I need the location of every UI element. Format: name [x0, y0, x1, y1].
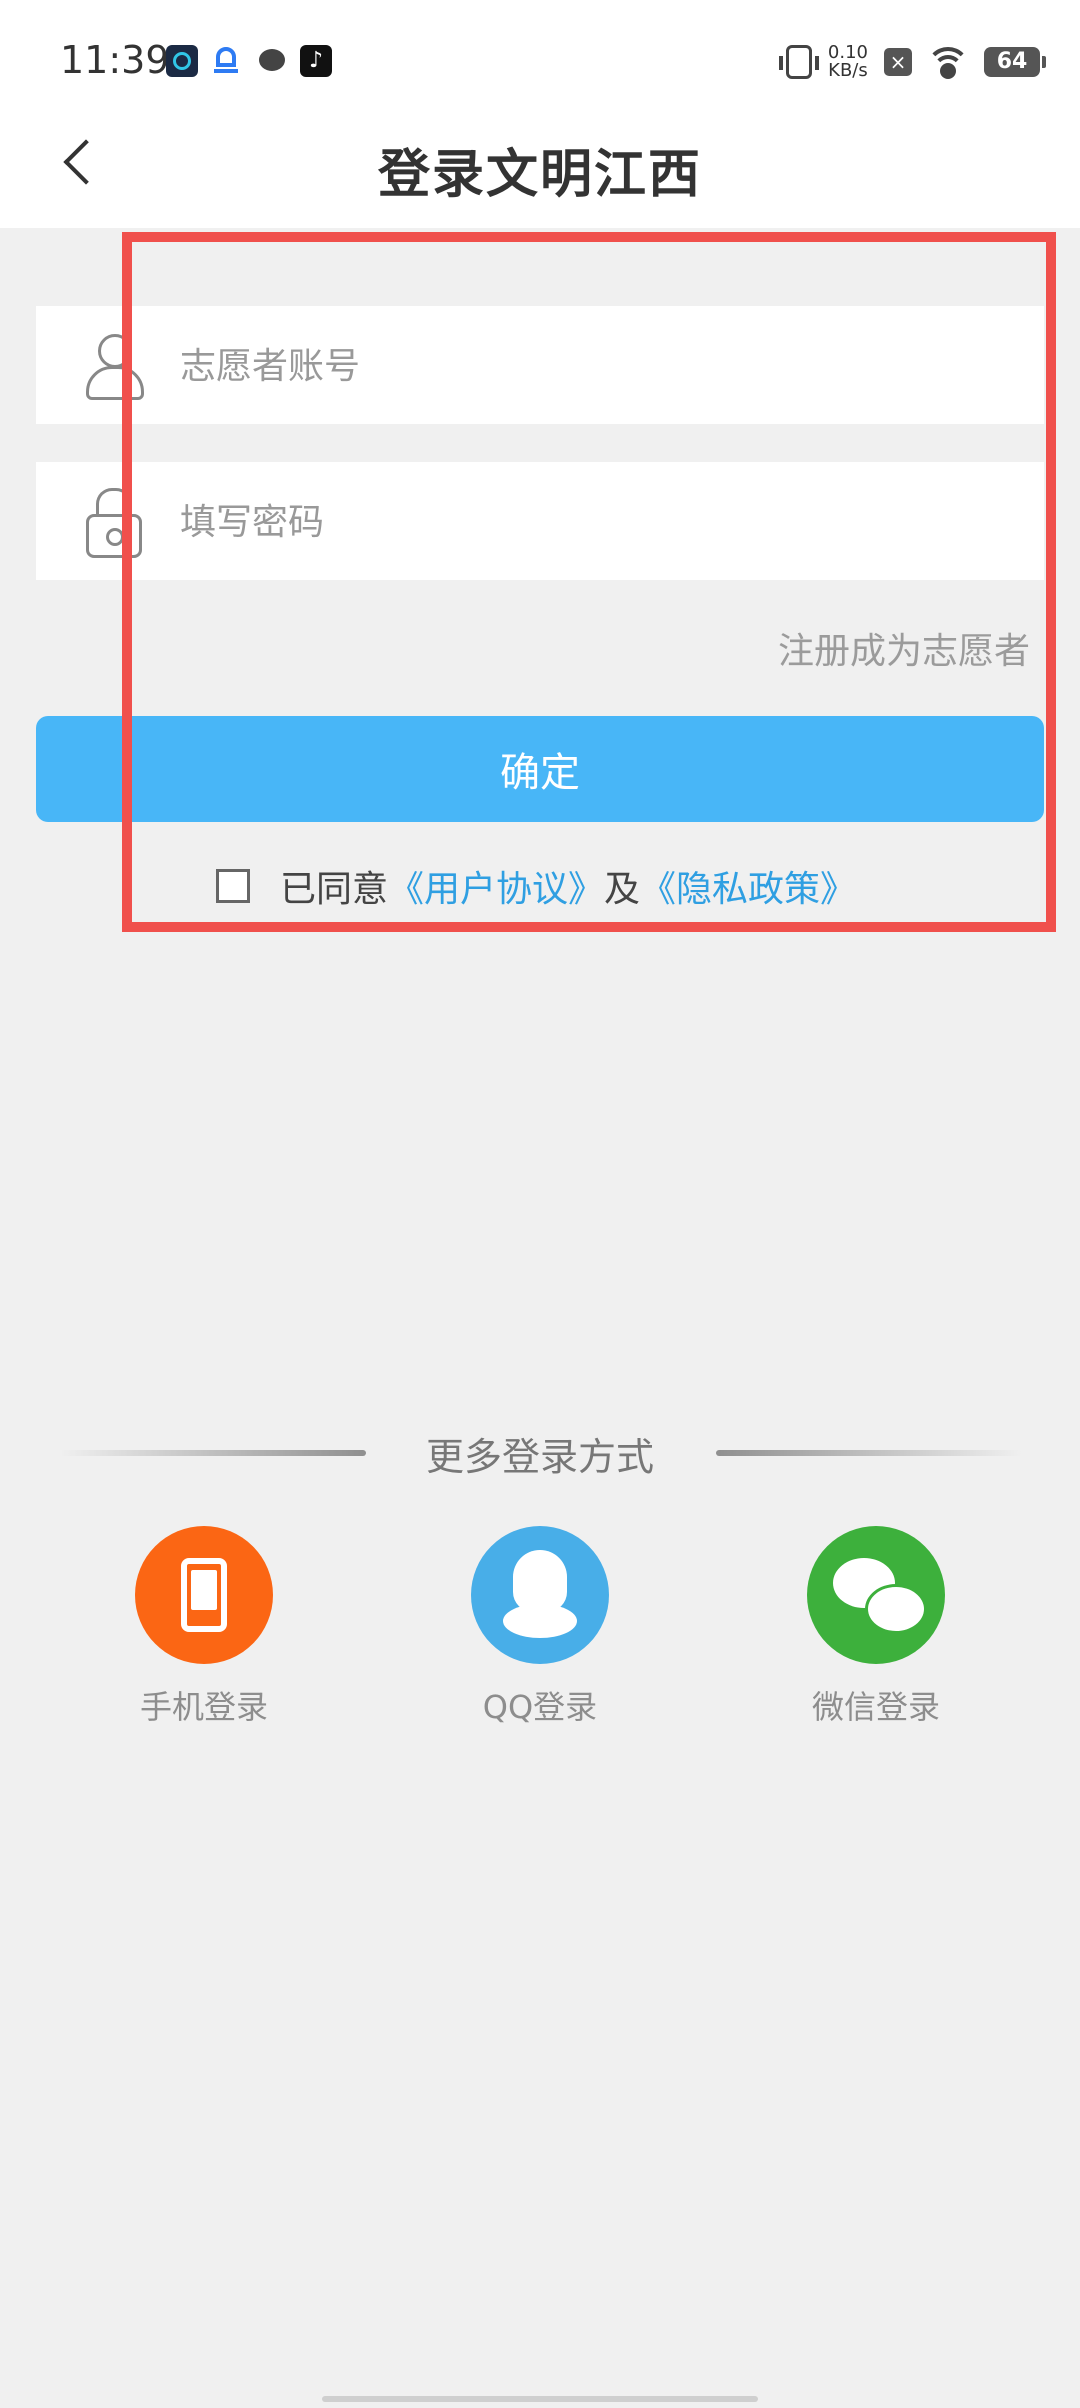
privacy-policy-link[interactable]: 《隐私政策》: [640, 860, 856, 912]
agree-prefix-text: 已同意: [280, 869, 389, 910]
cc-app-icon: [166, 45, 198, 77]
wechat-icon[interactable]: [807, 1526, 945, 1664]
home-indicator[interactable]: [322, 2396, 758, 2402]
status-time: 11:39: [60, 38, 170, 82]
phone-icon[interactable]: [135, 1526, 273, 1664]
lock-icon: [84, 486, 144, 558]
net-speed-unit: KB/s: [828, 60, 868, 81]
vibrate-icon: [778, 45, 819, 79]
register-volunteer-link[interactable]: 注册成为志愿者: [778, 622, 1030, 674]
account-row: [36, 306, 1044, 426]
wechat-login-option[interactable]: 微信登录: [806, 1526, 946, 1728]
net-speed: 0.10 KB/s: [828, 44, 868, 80]
wechat-login-label: 微信登录: [811, 1688, 940, 1726]
status-right: 0.10 KB/s × 64: [778, 40, 1046, 84]
agree-checkbox[interactable]: [216, 869, 250, 903]
agree-and-text: 及: [604, 869, 641, 910]
agreement-row: 已同意 《用户协议》 及 《隐私政策》: [216, 858, 856, 914]
confirm-button[interactable]: 确定: [36, 716, 1044, 822]
message-icon: [256, 45, 288, 77]
battery-icon: 64: [984, 47, 1046, 77]
divider-line-right: [716, 1450, 1022, 1456]
user-icon: [84, 330, 144, 400]
user-agreement-link[interactable]: 《用户协议》: [388, 860, 604, 912]
qq-icon[interactable]: [471, 1526, 609, 1664]
more-login-divider: 更多登录方式: [0, 1422, 1080, 1482]
qq-login-label: QQ登录: [482, 1688, 598, 1726]
close-notification-icon: ×: [884, 48, 912, 76]
account-input[interactable]: [178, 306, 1022, 426]
wifi-icon: [926, 47, 970, 79]
password-input[interactable]: [178, 462, 1022, 582]
qq-login-option[interactable]: QQ登录: [470, 1526, 610, 1728]
bus-app-icon: [210, 45, 242, 77]
phone-login-option[interactable]: 手机登录: [134, 1526, 274, 1728]
status-bar: 11:39 ♪ 0.10 KB/s × 64: [0, 0, 1080, 120]
page-title: 登录文明江西: [377, 144, 702, 205]
tiktok-icon: ♪: [300, 45, 332, 77]
password-row: [36, 462, 1044, 582]
phone-login-label: 手机登录: [139, 1688, 268, 1726]
